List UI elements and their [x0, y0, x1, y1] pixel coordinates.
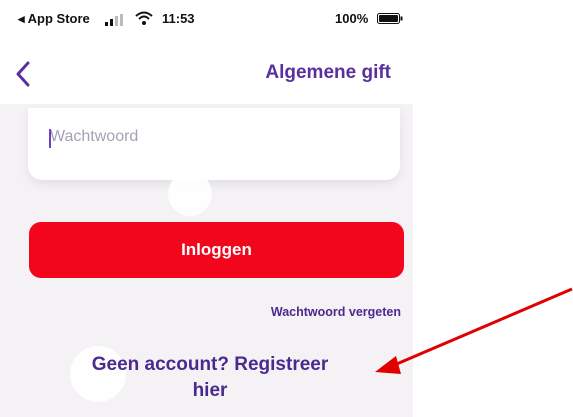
text-caret: [49, 129, 51, 148]
battery-icon: [377, 13, 403, 24]
battery-percent: 100%: [335, 11, 369, 26]
phone-screen: ◂ App Store 11:53 100% Algemene gift Inl…: [0, 0, 413, 417]
page-title: Algemene gift: [265, 62, 391, 83]
chevron-left-icon: [16, 61, 30, 87]
register-link[interactable]: Geen account? Registreer hier: [60, 352, 360, 404]
signal-icon: [105, 14, 123, 26]
login-button[interactable]: Inloggen: [29, 222, 404, 278]
forgot-password-link[interactable]: Wachtwoord vergeten: [271, 305, 401, 319]
navigation-bar: Algemene gift: [0, 44, 413, 104]
status-bar: ◂ App Store 11:53 100%: [0, 0, 413, 44]
register-link-line1: Geen account? Registreer: [91, 354, 329, 375]
app-store-back-link[interactable]: ◂ App Store: [18, 11, 90, 27]
password-field[interactable]: [50, 128, 370, 146]
status-time: 11:53: [162, 11, 195, 26]
wifi-icon: [135, 11, 153, 25]
back-button[interactable]: [8, 56, 38, 92]
register-link-line2: hier: [192, 380, 228, 401]
touch-indicator: [168, 172, 212, 216]
login-card: [28, 108, 400, 180]
